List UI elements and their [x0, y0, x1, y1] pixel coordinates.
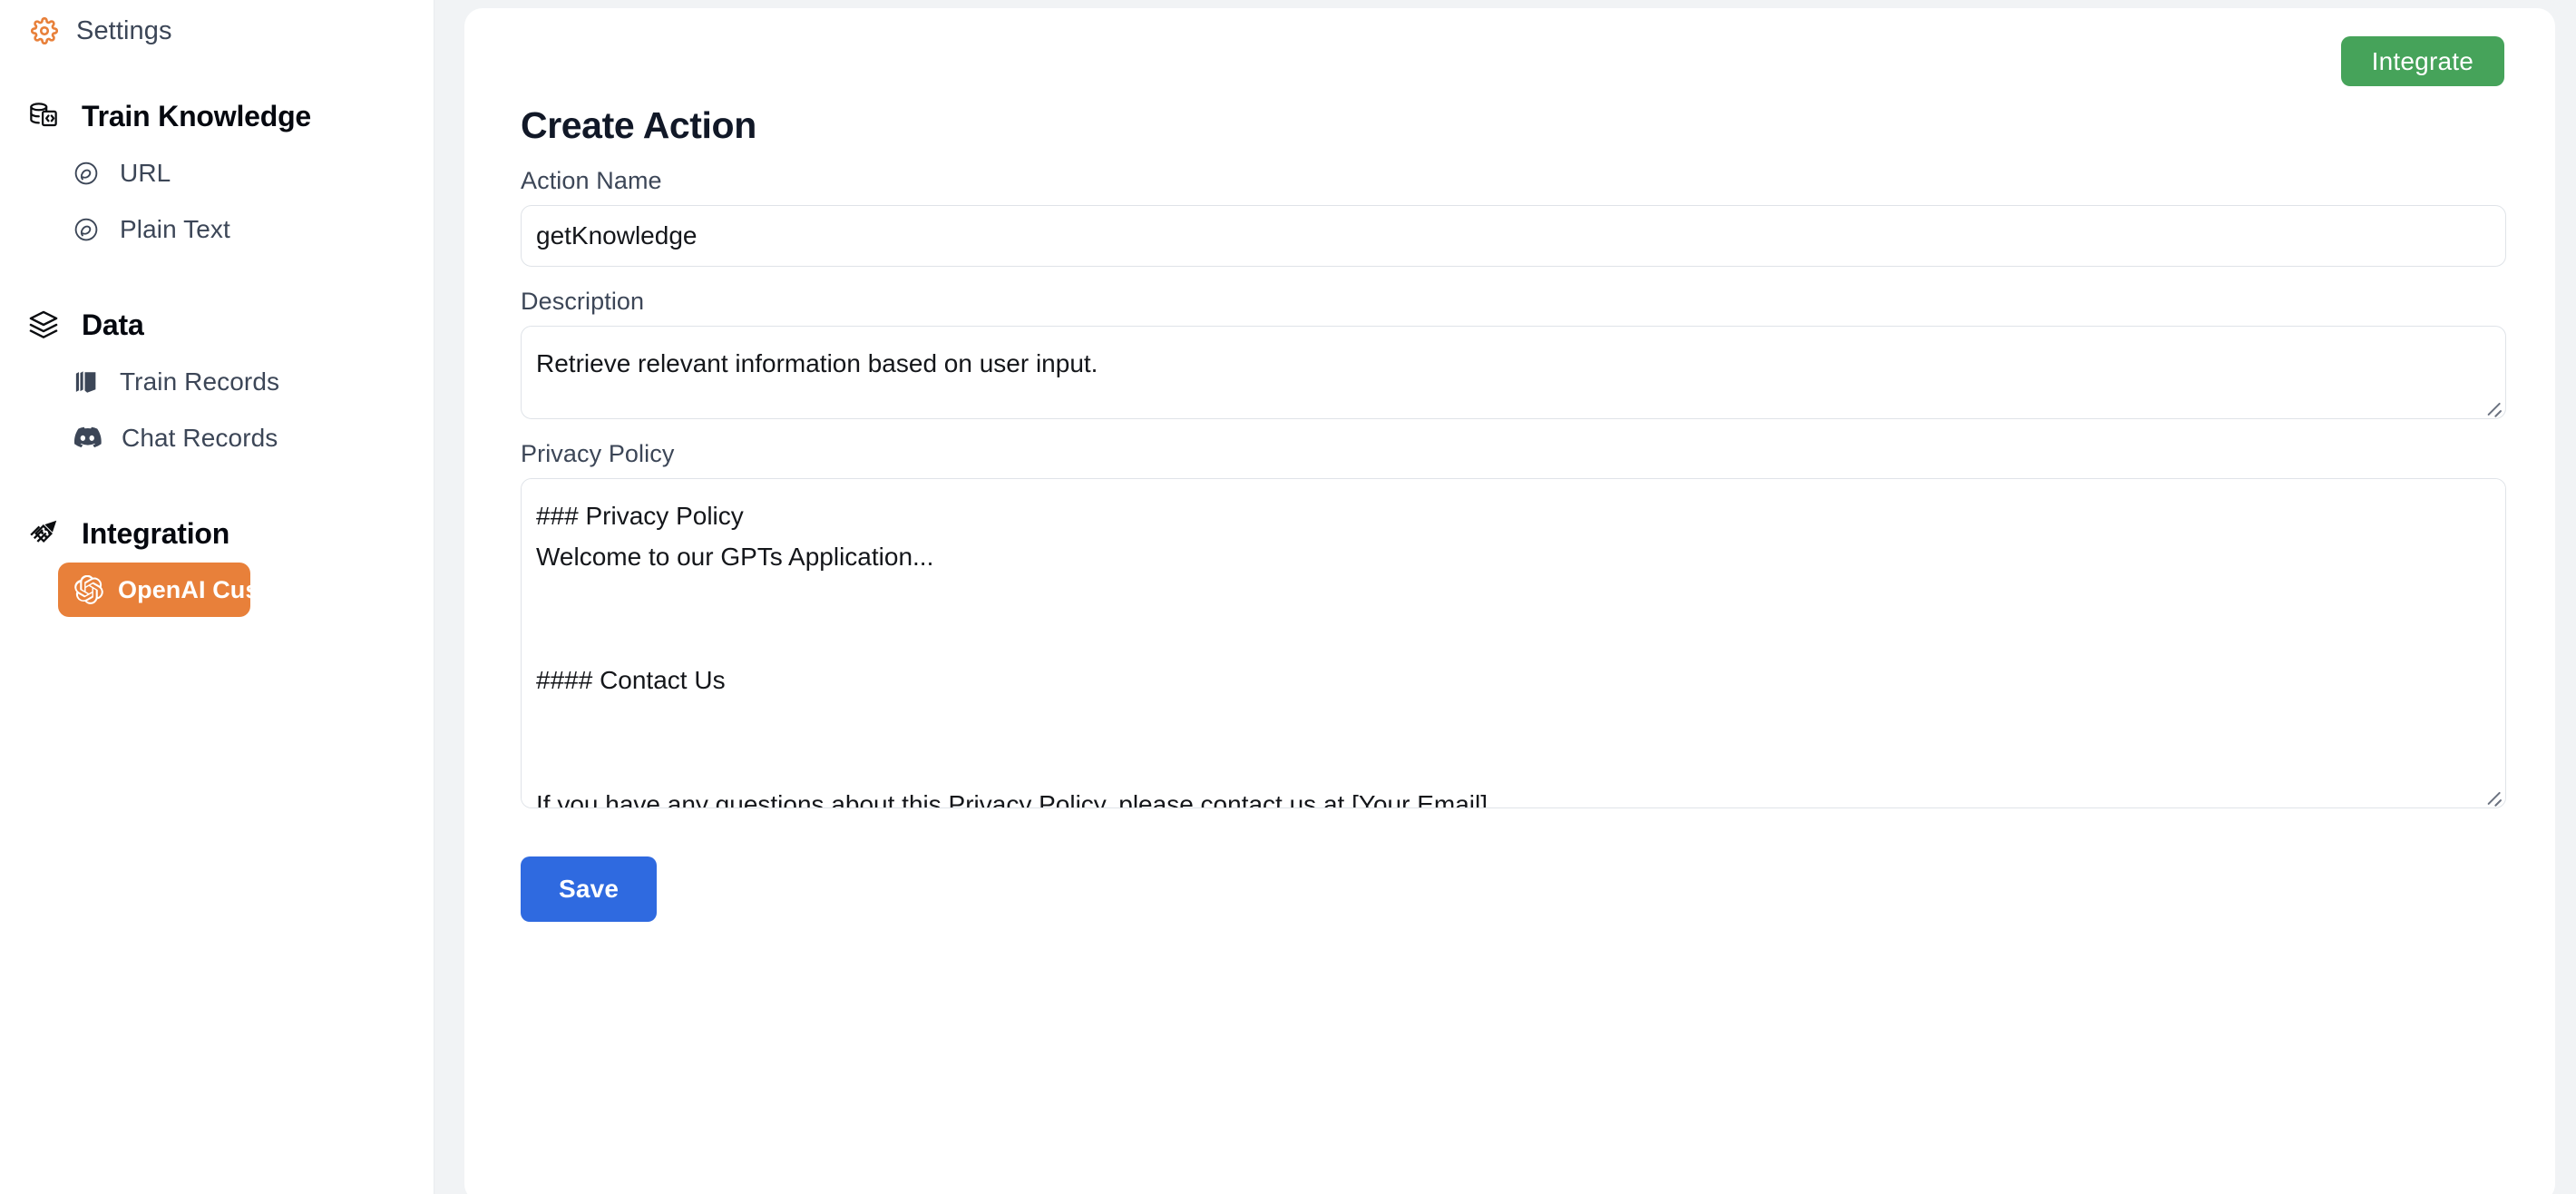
privacy-policy-textarea-wrap — [521, 478, 2506, 808]
circle-swirl-icon — [73, 160, 100, 187]
sidebar-item-url[interactable]: URL — [0, 145, 434, 201]
sidebar-section-integration: Integration OpenAI Custom GPTs — [0, 504, 434, 617]
sidebar-settings-label: Settings — [76, 15, 172, 45]
integrate-button[interactable]: Integrate — [2340, 36, 2504, 86]
circle-swirl-icon — [73, 216, 100, 243]
sidebar-item-label: Train Records — [120, 367, 280, 396]
sidebar-item-label: OpenAI Custom GPTs — [118, 575, 374, 603]
database-code-icon — [27, 100, 60, 132]
sidebar-item-openai-custom-gpts[interactable]: OpenAI Custom GPTs — [58, 563, 374, 617]
discord-icon — [73, 424, 102, 453]
sidebar-section-header-data[interactable]: Data — [0, 296, 434, 354]
books-icon — [73, 368, 100, 396]
sidebar-item-label: Chat Records — [122, 424, 278, 452]
create-action-panel: Integrate Create Action Action Name Desc… — [464, 8, 2555, 1194]
sidebar-section-train-knowledge: Train Knowledge URL Plain Text — [0, 87, 434, 258]
panel-toolbar: Integrate — [464, 8, 2555, 104]
create-action-form: Create Action Action Name Description Pr… — [464, 104, 2555, 922]
save-button[interactable]: Save — [521, 856, 658, 922]
privacy-policy-label: Privacy Policy — [521, 440, 675, 467]
description-textarea-wrap — [521, 326, 2506, 419]
privacy-policy-textarea[interactable] — [521, 478, 2506, 808]
kite-icon — [27, 517, 60, 550]
description-label: Description — [521, 288, 645, 315]
openai-icon — [74, 575, 103, 604]
sidebar-item-train-records[interactable]: Train Records — [0, 354, 434, 410]
sidebar-section-header-integration[interactable]: Integration — [0, 504, 434, 563]
sidebar-section-header-train-knowledge[interactable]: Train Knowledge — [0, 87, 434, 145]
sidebar-item-label: URL — [120, 159, 171, 187]
field-action-name: Action Name — [521, 167, 2506, 267]
layers-icon — [27, 308, 60, 341]
field-privacy-policy: Privacy Policy — [521, 440, 2506, 808]
action-name-label: Action Name — [521, 167, 662, 194]
field-description: Description — [521, 288, 2506, 419]
sidebar-item-settings[interactable]: Settings — [0, 0, 434, 49]
app-root: Settings Train Knowledge URL Plain Text … — [0, 0, 2576, 1194]
gear-icon — [31, 17, 58, 44]
action-name-input[interactable] — [521, 205, 2506, 267]
sidebar-section-title: Data — [82, 308, 144, 341]
sidebar-item-chat-records[interactable]: Chat Records — [0, 410, 434, 466]
sidebar-item-label: Plain Text — [120, 215, 230, 243]
sidebar-section-title: Train Knowledge — [82, 99, 312, 132]
sidebar-item-plain-text[interactable]: Plain Text — [0, 201, 434, 258]
page-title: Create Action — [521, 104, 756, 146]
sidebar: Settings Train Knowledge URL Plain Text … — [0, 0, 434, 1194]
sidebar-section-data: Data Train Records Chat Records — [0, 296, 434, 466]
sidebar-section-title: Integration — [82, 516, 230, 550]
description-textarea[interactable] — [521, 326, 2506, 419]
main-content: Integrate Create Action Action Name Desc… — [434, 0, 2576, 1194]
